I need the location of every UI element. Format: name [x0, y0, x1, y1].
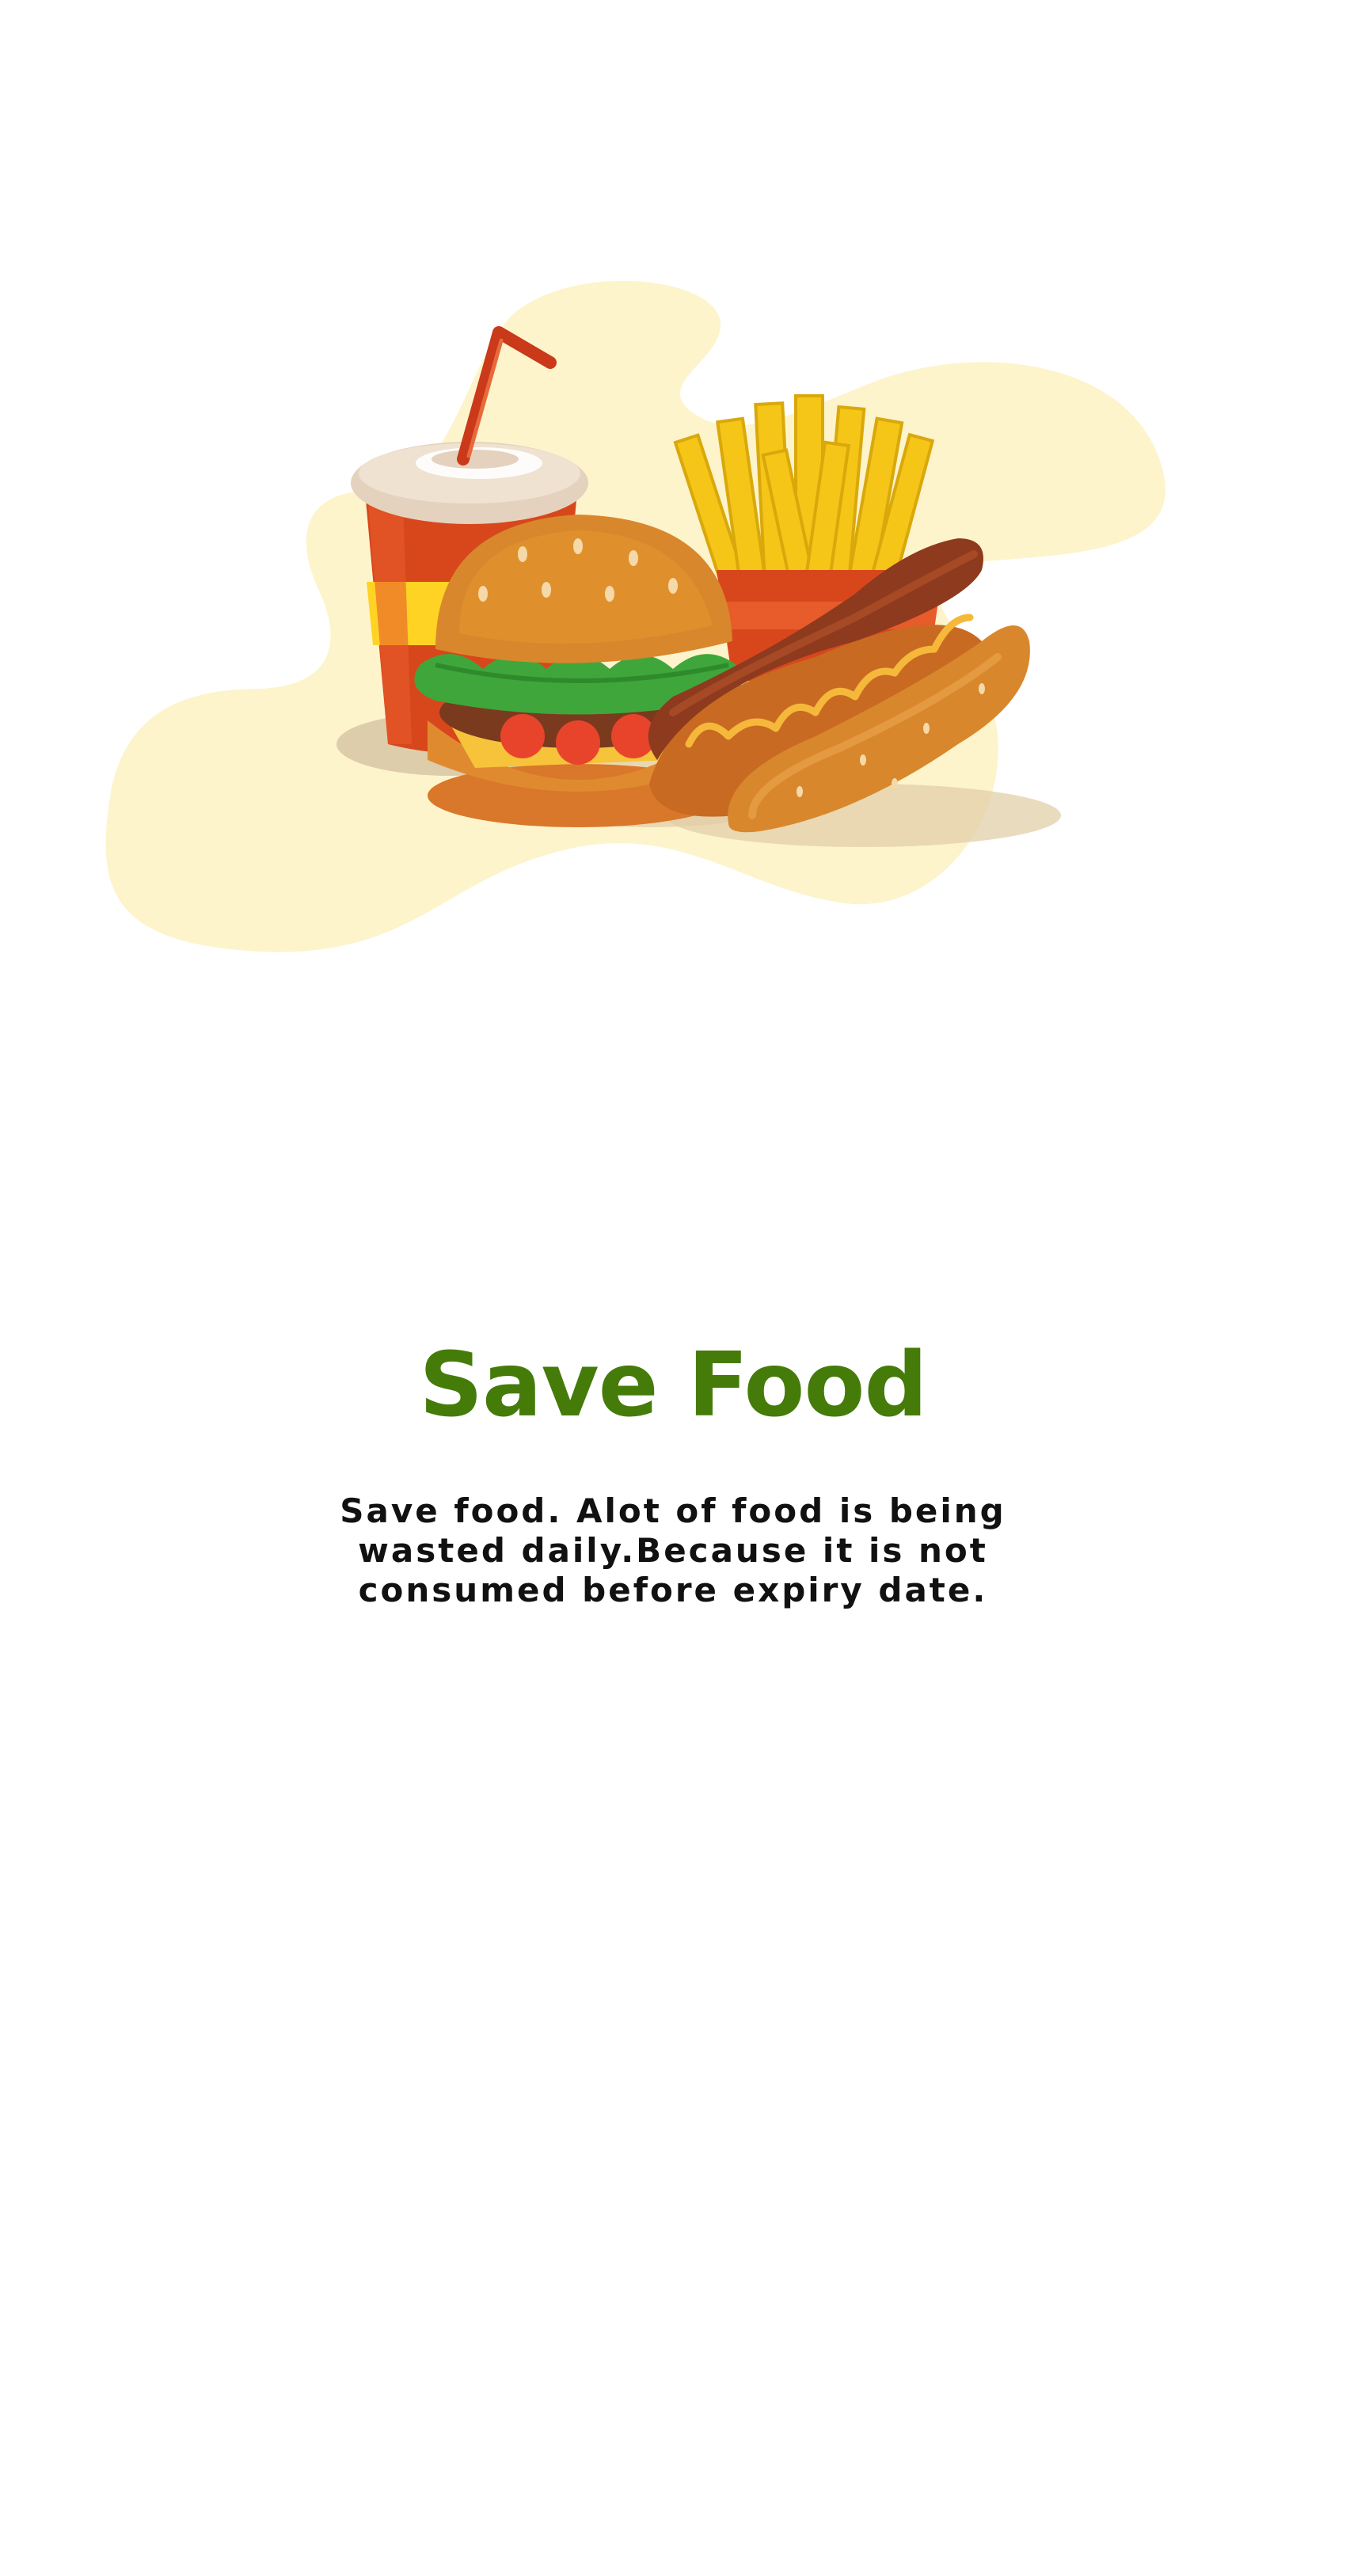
- page-title: Save Food: [419, 1334, 927, 1437]
- page-description: Save food. Alot of food is being wasted …: [340, 1491, 1006, 1609]
- fast-food-illustration: [103, 269, 1243, 966]
